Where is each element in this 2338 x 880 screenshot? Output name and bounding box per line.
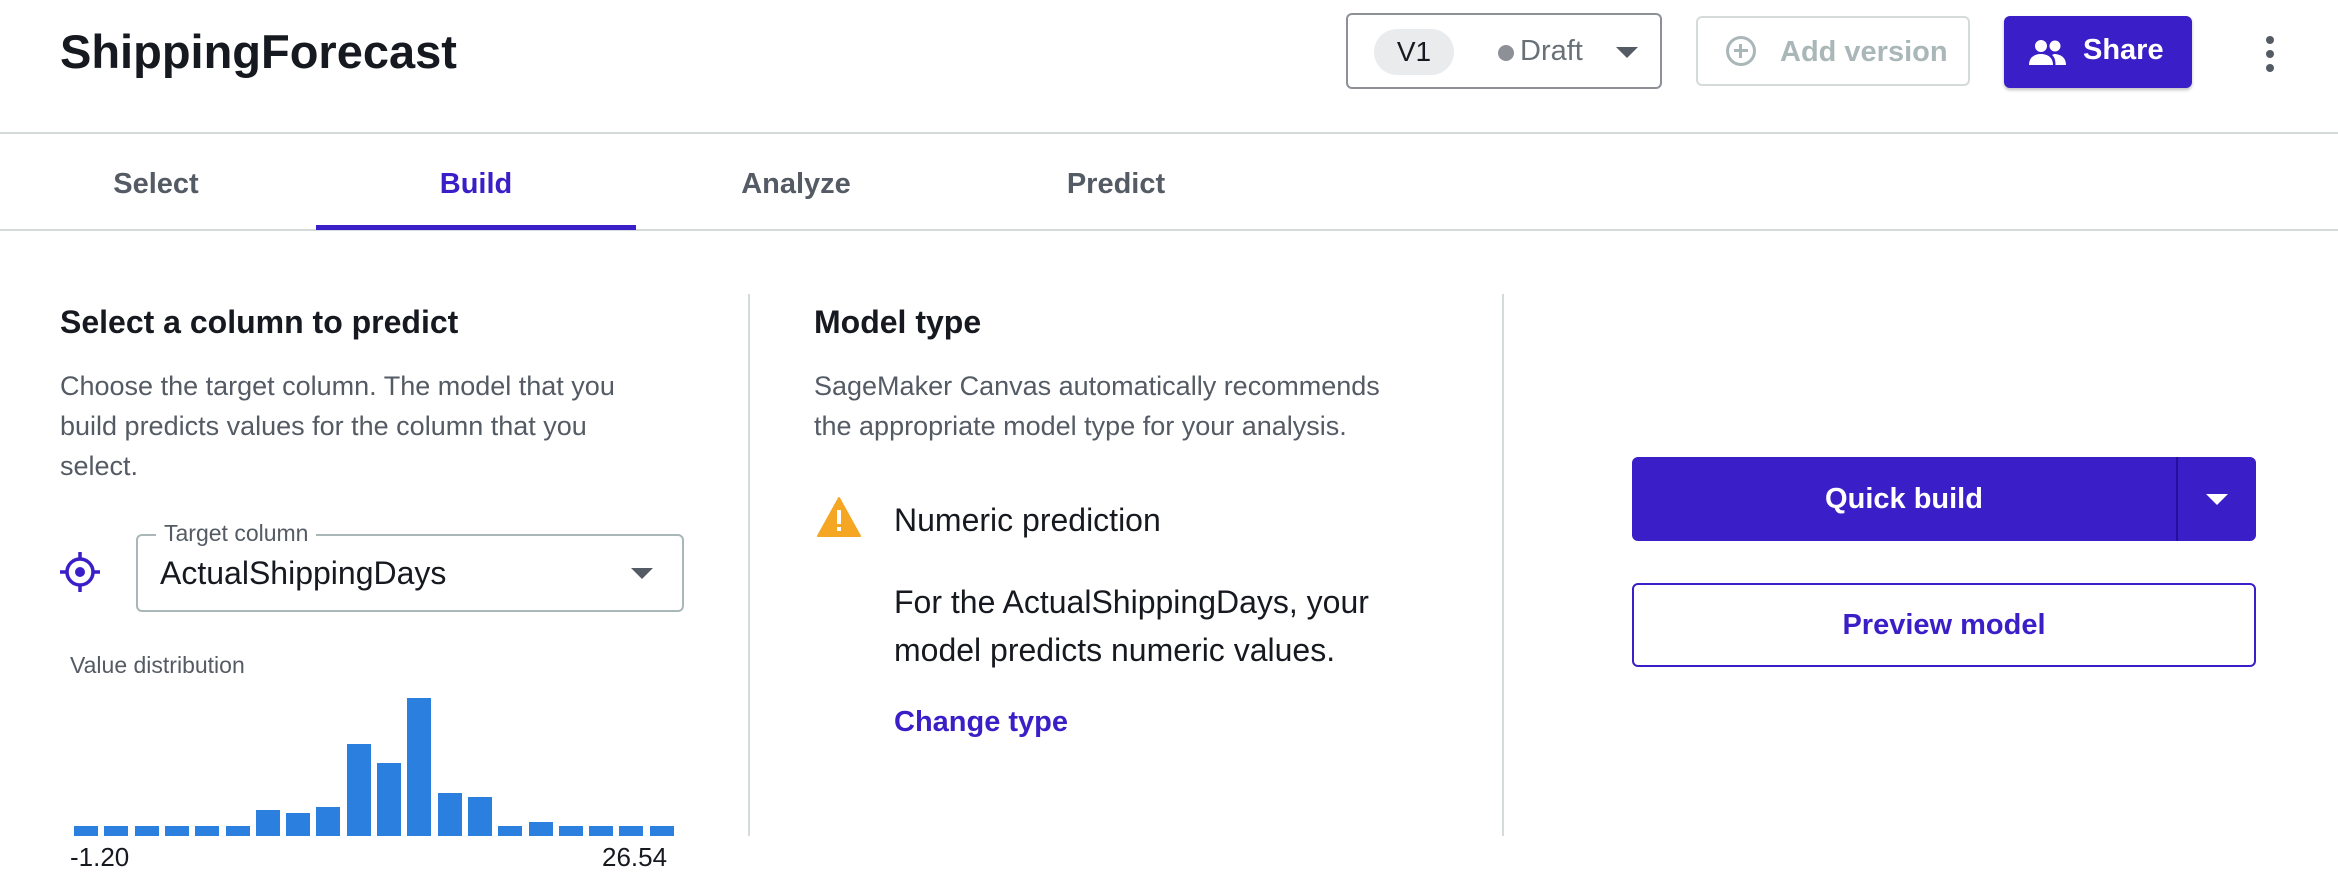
histogram-bar [528, 822, 553, 836]
chevron-down-icon[interactable] [631, 568, 653, 579]
quick-build-button[interactable]: Quick build [1632, 457, 2256, 541]
histogram-bar [195, 826, 220, 836]
share-label: Share [2083, 34, 2164, 66]
histogram-bar [74, 826, 98, 836]
histogram-bar [467, 797, 492, 836]
target-section-description: Choose the target column. The model that… [60, 371, 615, 481]
version-badge: V1 [1374, 29, 1454, 75]
app-title: ShippingForecast [60, 25, 457, 78]
target-icon [60, 552, 100, 592]
histogram-bar [164, 826, 189, 836]
model-type-title: Model type [814, 304, 982, 340]
histogram-bar [498, 826, 523, 836]
tab-analyze[interactable]: Analyze [636, 168, 956, 201]
histogram-bar [437, 793, 462, 836]
chevron-down-icon [2206, 494, 2228, 505]
build-options-dropdown[interactable] [2178, 457, 2256, 541]
target-column-value: ActualShippingDays [160, 555, 447, 591]
tab-select[interactable]: Select [0, 168, 316, 201]
quick-build-label: Quick build [1825, 483, 1983, 515]
tab-predict[interactable]: Predict [956, 168, 1276, 201]
histogram-bar [134, 826, 159, 836]
histogram-bar [316, 807, 341, 836]
model-type-value: Numeric prediction [894, 502, 1161, 538]
more-options-icon[interactable] [2262, 36, 2278, 72]
histogram-bar [649, 826, 674, 836]
version-status: Draft [1520, 35, 1583, 67]
value-distribution-histogram [70, 690, 674, 836]
share-button[interactable]: Share [2004, 16, 2192, 88]
histogram-bar [589, 826, 614, 836]
histogram-bar [619, 826, 644, 836]
version-selector[interactable]: V1 Draft [1346, 13, 1662, 89]
status-dot-icon [1498, 45, 1514, 61]
histogram-bar [286, 813, 311, 836]
active-tab-indicator [316, 225, 636, 230]
app-header: ShippingForecast V1 Draft Add version Sh… [0, 0, 2338, 134]
plus-circle-icon [1726, 36, 1756, 66]
preview-model-label: Preview model [1842, 609, 2046, 641]
target-column-label: Target column [156, 520, 317, 547]
add-version-label: Add version [1780, 36, 1948, 68]
histogram-bar [558, 826, 583, 836]
histogram-max-label: 26.54 [602, 842, 668, 872]
add-version-button[interactable]: Add version [1696, 16, 1970, 86]
model-type-description: SageMaker Canvas automatically recommend… [814, 371, 1380, 441]
model-type-explanation: For the ActualShippingDays, your model p… [894, 584, 1369, 668]
histogram-bar [104, 826, 129, 836]
column-divider [1502, 294, 1504, 836]
histogram-min-label: -1.20 [70, 842, 130, 872]
histogram-bar [407, 698, 432, 836]
histogram-bar [255, 810, 280, 836]
preview-model-button[interactable]: Preview model [1632, 583, 2256, 667]
tab-build[interactable]: Build [316, 168, 636, 201]
histogram-bar [377, 763, 401, 836]
chevron-down-icon [1616, 47, 1638, 58]
users-icon [2029, 40, 2066, 65]
value-distribution-label: Value distribution [70, 652, 245, 678]
histogram-bar [225, 826, 250, 836]
target-section-title: Select a column to predict [60, 304, 459, 340]
histogram-bar [346, 744, 371, 836]
warning-icon [817, 497, 861, 537]
column-divider [748, 294, 750, 836]
change-type-link[interactable]: Change type [894, 706, 1068, 739]
